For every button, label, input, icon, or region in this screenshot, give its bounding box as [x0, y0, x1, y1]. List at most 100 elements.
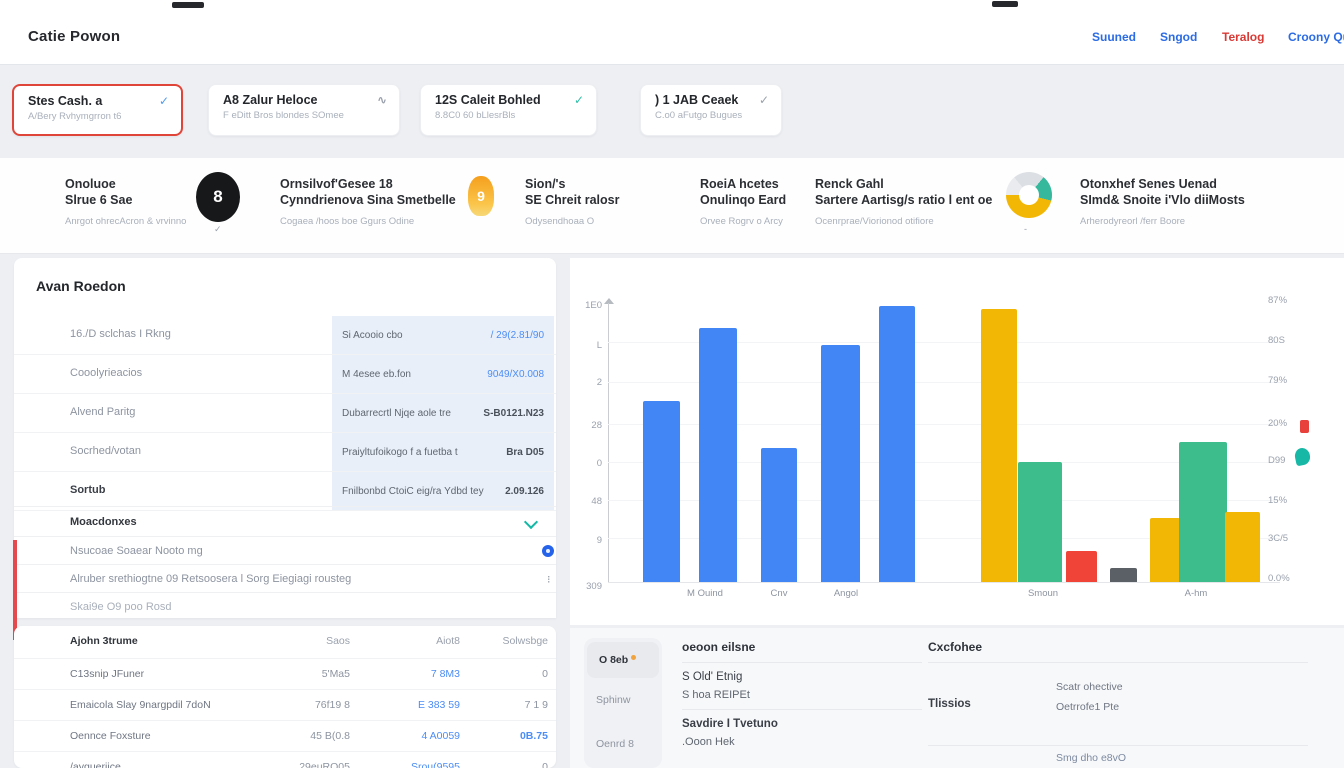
feature-item-4[interactable]: Renck GahlSartere Aartisg/s ratio l ent …: [815, 176, 992, 227]
form-row-field[interactable]: Dubarrecrtl Njqe aole treS-B0121.N23: [332, 394, 554, 432]
feature-item-3[interactable]: RoeiA hcetesOnulinqo Eard Orvee Rogrv o A…: [700, 176, 786, 227]
feature-item-2[interactable]: Sion/'sSE Chreit ralosrOdysendhoaa O: [525, 176, 619, 227]
feature-subtitle: Arherodyreorl /ferr Boore: [1080, 216, 1245, 227]
divider: [928, 662, 1308, 663]
field-value: / 29(2.81/90: [491, 330, 544, 341]
check-icon: ✓: [574, 93, 584, 107]
toggle-row[interactable]: Nsucoae Soaear Nooto mg: [14, 536, 556, 565]
icon-glyph: 9: [477, 188, 485, 204]
nav-link-2[interactable]: Teralog: [1222, 30, 1264, 44]
squiggle-icon: ∿: [377, 93, 387, 107]
feature-check-icon: -: [1024, 224, 1027, 234]
features-row: OnoluoeSlrue 6 SaeAnrgot ohrecAcron & vr…: [0, 158, 1344, 254]
nav-link-1[interactable]: Sngod: [1160, 30, 1197, 44]
feature-item-5[interactable]: Otonxhef Senes UenadSImd& Snoite i'Vlo d…: [1080, 176, 1245, 227]
row-profit-link[interactable]: E 383 59: [418, 699, 460, 711]
table-header-cell: Ajohn 3trume: [70, 635, 138, 647]
row-name: Emaicola Slay 9nargpdil 7doN: [70, 699, 211, 711]
nav-link-3[interactable]: Croony Quot: [1288, 30, 1344, 44]
stat-card-title: A8 Zalur Heloce: [223, 93, 317, 107]
feature-title-line1: Otonxhef Senes Uenad: [1080, 176, 1245, 192]
detail-link[interactable]: Smg dho e8vO: [1056, 752, 1126, 764]
summary-table: Ajohn 3trumeSaosAiot8SolwsbgeC13snip JFu…: [14, 626, 556, 768]
feature-subtitle: Odysendhoaa O: [525, 216, 619, 227]
table-header-cell: Aiot8: [436, 635, 460, 647]
y-axis-label-right: 20%: [1268, 418, 1312, 429]
feature-title-line1: Sion/'s: [525, 176, 619, 192]
stat-card-0[interactable]: Stes Cash. a✓A/Bery Rvhymgrron t6: [12, 84, 183, 136]
row-sales: 76f19 8: [315, 699, 350, 711]
stat-card-3[interactable]: ) 1 JAB Ceaek✓C.o0 aFutgo Bugues: [640, 84, 782, 136]
donut-chart-icon: [1006, 172, 1052, 218]
table-header-cell: Solwsbge: [502, 635, 548, 647]
list-item-title[interactable]: Savdire I Tvetuno: [682, 718, 922, 730]
x-axis-label: Smoun: [1028, 588, 1058, 599]
y-axis-arrow-icon: [604, 298, 614, 304]
detail-line: Oetrrofe1 Pte: [1056, 701, 1119, 713]
feature-subtitle: Cogaea /hoos boe Ggurs Odine: [280, 216, 456, 227]
kebab-row[interactable]: Alruber srethiogtne 09 Retsoosera l Sorg…: [14, 564, 556, 593]
bottom-detail-block: Cxcfohee Tlissios Smg dho e8vO Scatr ohe…: [928, 640, 1308, 671]
feature-title-line2: Onulinqo Eard: [700, 192, 786, 208]
feature-item-1[interactable]: Ornsilvof'Gesee 18Cynndrienova Sina Smet…: [280, 176, 456, 227]
top-strip-mark: [992, 1, 1018, 7]
row-profit-link[interactable]: Srou(9595: [411, 761, 460, 768]
stat-card-1[interactable]: A8 Zalur Heloce∿F eDitt Bros blondes SOm…: [208, 84, 400, 136]
feature-subtitle: Orvee Rogrv o Arcy: [700, 216, 786, 227]
x-axis-line: [608, 582, 1280, 583]
nav-link-0[interactable]: Suuned: [1092, 30, 1136, 44]
field-key: Fnilbonbd CtoiC eig/ra Ydbd tey: [342, 486, 484, 497]
kebab-menu-icon[interactable]: ⁝: [547, 573, 552, 586]
form-row-label: Alvend Paritg: [70, 406, 135, 418]
notification-dot-icon: [631, 655, 636, 660]
form-row-field[interactable]: M 4esee eb.fon9049/X0.008: [332, 355, 554, 393]
stat-card-title-row: A8 Zalur Heloce ∿: [223, 93, 387, 107]
chart-bar-red: [1066, 551, 1097, 582]
stat-card-2[interactable]: 12S Caleit Bohled✓8.8C0 60 bLlesrBls: [420, 84, 597, 136]
toggle-label: Nsucoae Soaear Nooto mg: [70, 545, 203, 557]
form-row-label: 16./D sclchas I Rkng: [70, 328, 171, 340]
bottom-tab-list: O 8ebSphinw Oenrd 8: [584, 638, 662, 768]
chart-bar-blue: [643, 401, 680, 582]
bottom-tab-2[interactable]: Oenrd 8: [584, 722, 662, 766]
row-change: 0: [542, 668, 548, 680]
feature-item-0[interactable]: OnoluoeSlrue 6 SaeAnrgot ohrecAcron & vr…: [65, 176, 186, 227]
feature-title-line1: RoeiA hcetes: [700, 176, 786, 192]
toggle-dot-icon[interactable]: [542, 545, 554, 557]
row-change: 0: [542, 761, 548, 768]
chart-bar-yellow: [1150, 518, 1180, 582]
list-item-subtitle: S hoa REIPEt: [682, 689, 922, 701]
expander-row[interactable]: Moacdonxes: [14, 506, 556, 537]
field-key: Praiyltufoikogo f a fuetba t: [342, 447, 458, 458]
y-axis-label-right: 79%: [1268, 375, 1312, 386]
row-name: /aygueriice: [70, 761, 121, 768]
check-icon: ✓: [759, 93, 769, 107]
form-row-field[interactable]: Praiyltufoikogo f a fuetba tBra D05: [332, 433, 554, 471]
feature-title-line1: Renck Gahl: [815, 176, 992, 192]
form-row-label: Cooolyrieacios: [70, 367, 142, 379]
bottom-tab-label: Oenrd 8: [596, 738, 634, 750]
y-axis-label-right: D99: [1268, 455, 1312, 466]
feature-title-line2: Slrue 6 Sae: [65, 192, 186, 208]
feature-subtitle: Anrgot ohrecAcron & vrvinno: [65, 216, 186, 227]
x-axis-label: A-hm: [1185, 588, 1208, 599]
y-axis-label-right: 0.0%: [1268, 573, 1312, 584]
y-axis-label-left: 1E0: [572, 300, 602, 311]
stat-card-title-row: Stes Cash. a✓: [28, 94, 169, 108]
row-change: 7 1 9: [525, 699, 548, 711]
row-profit-link[interactable]: 4 A0059: [421, 730, 460, 742]
bottom-tab-0[interactable]: O 8eb: [587, 642, 659, 678]
expander-label: Moacdonxes: [70, 516, 137, 528]
row-change[interactable]: 0B.75: [520, 730, 548, 742]
list-item-title[interactable]: S Old' Etnig: [682, 671, 922, 683]
row-profit-link[interactable]: 7 8M3: [431, 668, 460, 680]
chevron-down-icon[interactable]: [524, 515, 538, 529]
form-row-field[interactable]: Fnilbonbd CtoiC eig/ra Ydbd tey2.09.126: [332, 472, 554, 510]
chart-bar-yellow: [1225, 512, 1260, 582]
detail-label: Tlissios: [928, 698, 971, 710]
y-axis-label-right: 87%: [1268, 295, 1312, 306]
bottom-tab-1[interactable]: Sphinw: [584, 678, 662, 722]
stat-card-title-row: 12S Caleit Bohled✓: [435, 93, 584, 107]
form-row-field[interactable]: Si Acooio cbo/ 29(2.81/90: [332, 316, 554, 354]
stat-card-title-row: ) 1 JAB Ceaek✓: [655, 93, 769, 107]
